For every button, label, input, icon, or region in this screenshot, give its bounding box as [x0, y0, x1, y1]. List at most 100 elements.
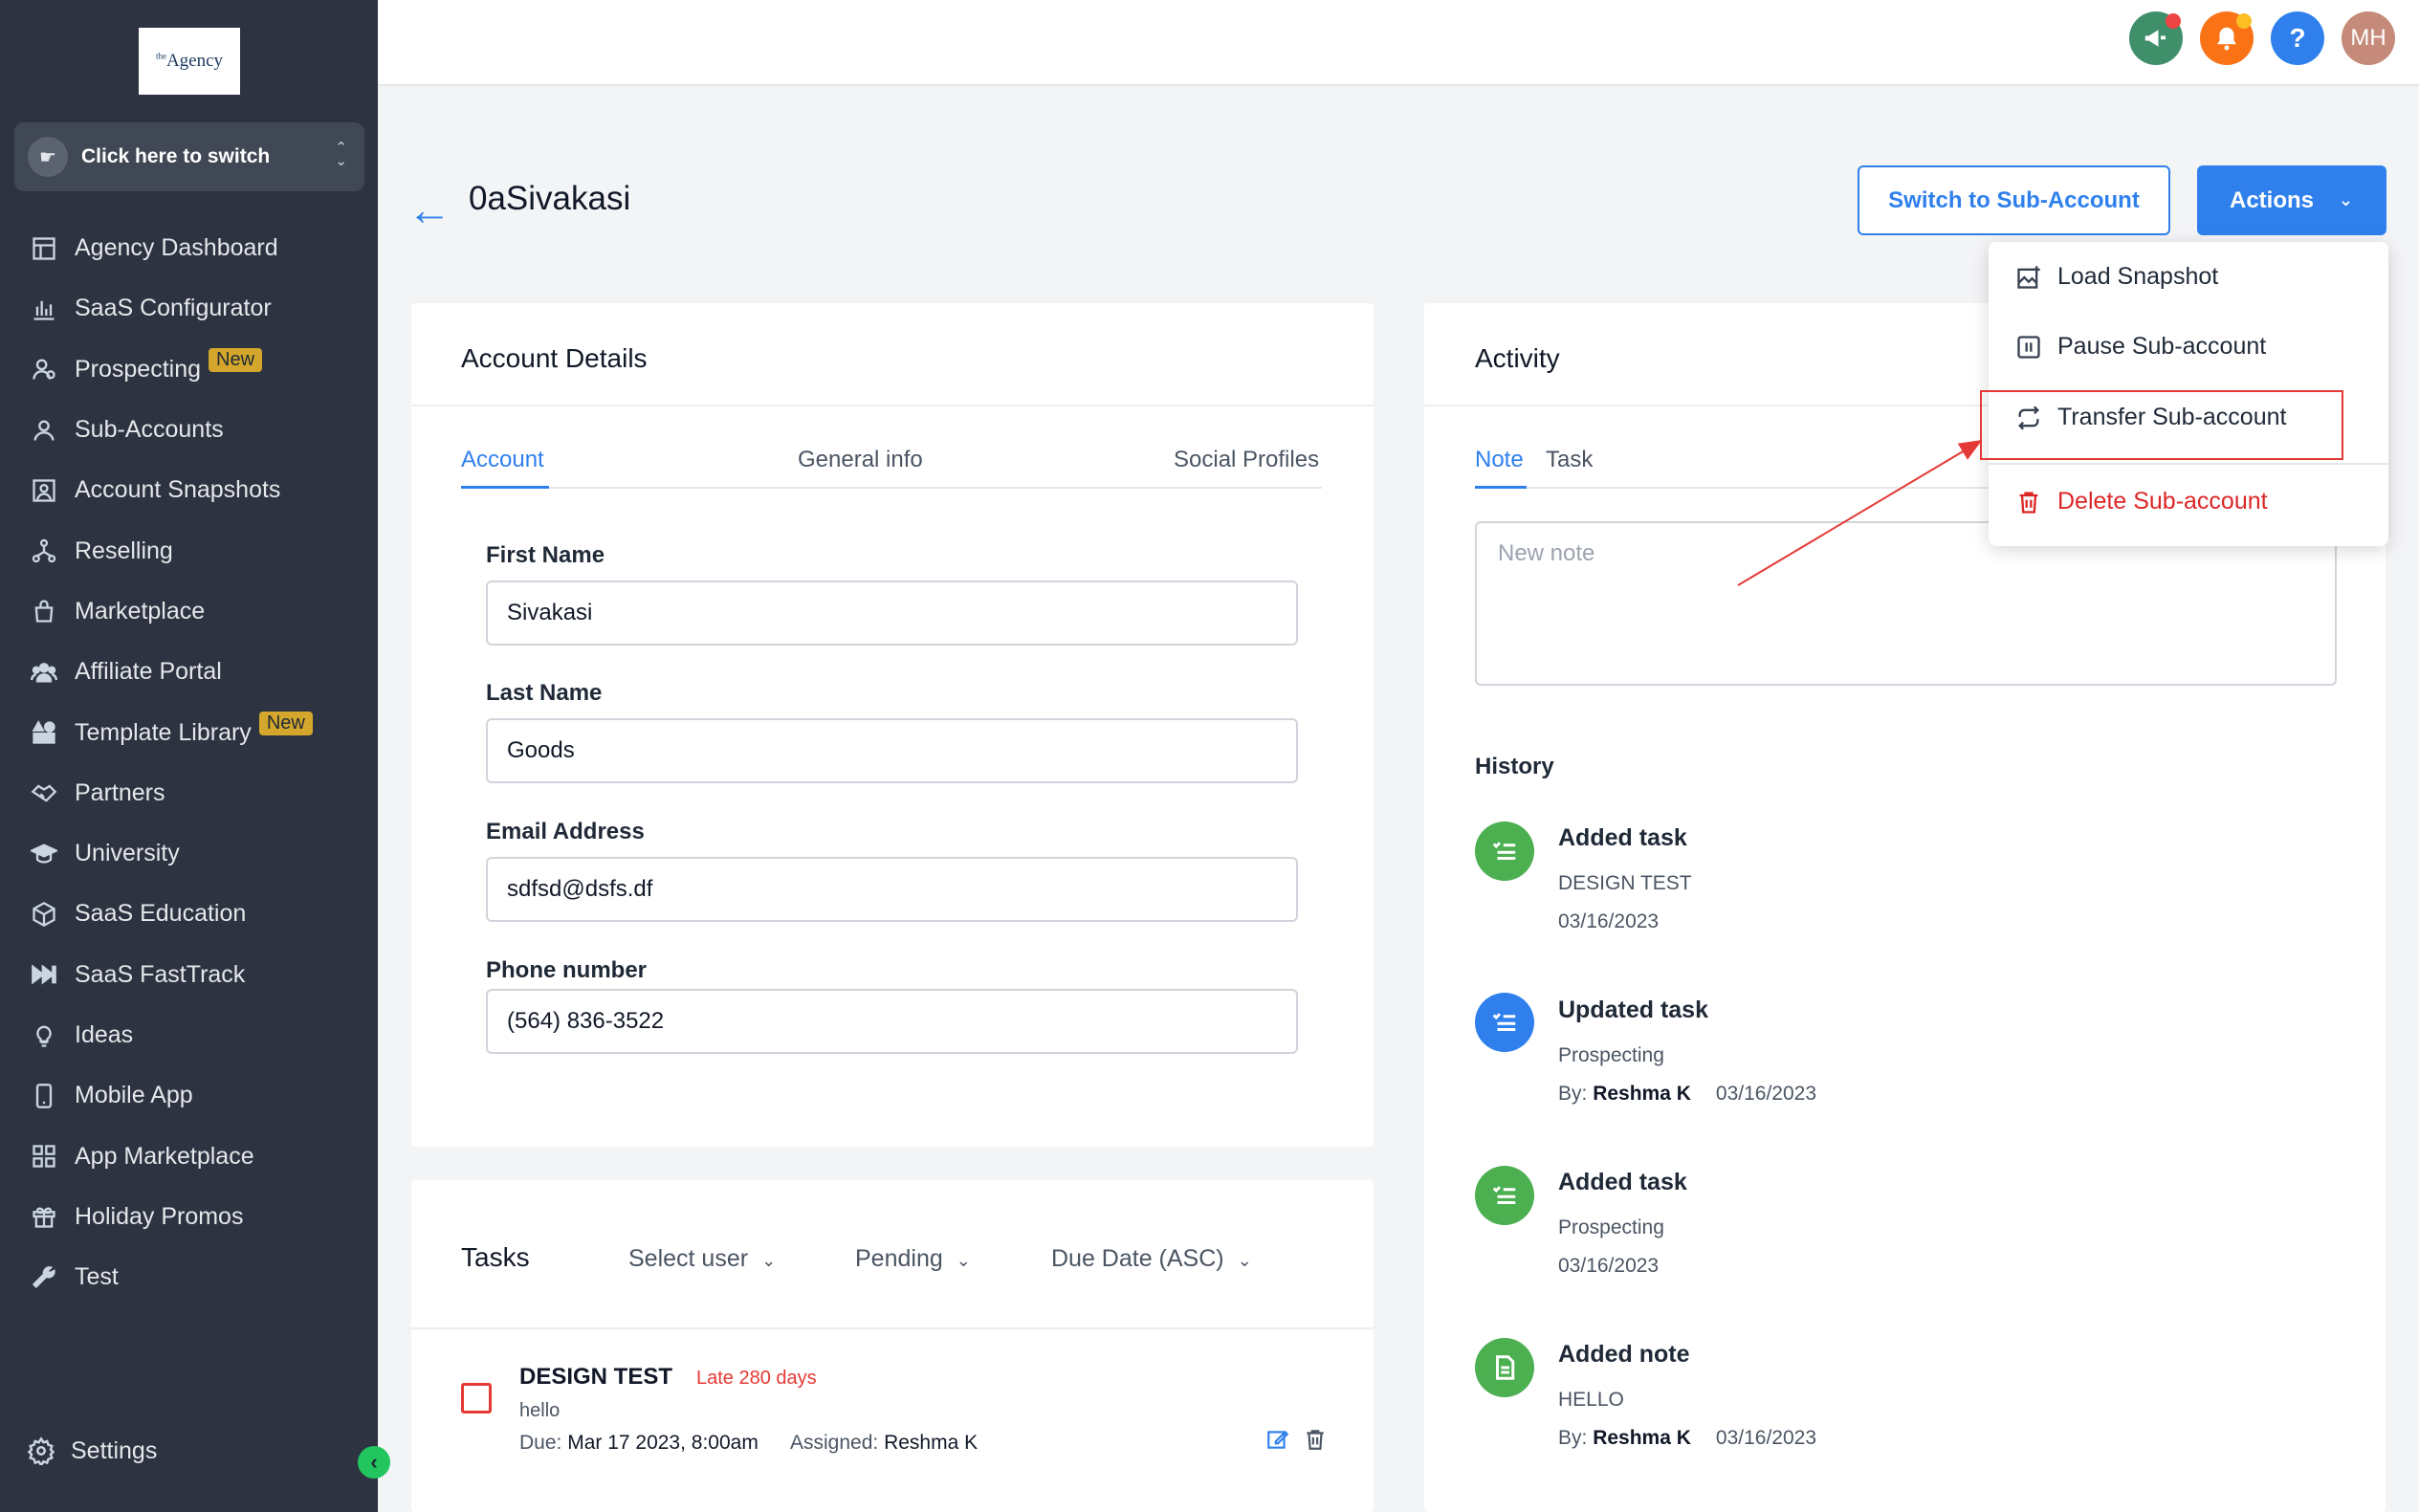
history-item-date: 03/16/2023 — [1558, 1255, 1660, 1277]
tab-active-underline — [461, 486, 549, 489]
sidebar-item-label: Affiliate Portal — [75, 658, 222, 686]
by-label: By: — [1558, 1427, 1588, 1449]
due-label: Due: — [519, 1432, 562, 1454]
sidebar-item-label: Partners — [75, 778, 165, 806]
phone-field[interactable]: (564) 836-3522 — [486, 989, 1298, 1054]
last-name-label: Last Name — [486, 680, 603, 706]
sidebar-item-label: Mobile App — [75, 1082, 193, 1109]
agency-logo[interactable]: theAgency — [139, 28, 240, 95]
history-item-date: 03/16/2023 — [1558, 910, 1660, 932]
new-badge: New — [258, 711, 313, 735]
email-field[interactable]: sdfsd@dsfs.df — [486, 857, 1298, 922]
sidebar-item-test[interactable]: Test — [0, 1247, 378, 1307]
by-user: Reshma K — [1593, 1427, 1691, 1449]
actions-button[interactable]: Actions ⌄ — [2197, 165, 2386, 235]
card-divider — [411, 1327, 1374, 1329]
collapse-sidebar-button[interactable]: ‹ — [358, 1446, 390, 1479]
shapes-icon — [27, 719, 61, 746]
task-list-icon — [1475, 993, 1534, 1052]
sidebar-item-app-marketplace[interactable]: App Marketplace — [0, 1126, 378, 1186]
actions-button-label: Actions — [2230, 186, 2315, 213]
sidebar-item-label: Sub-Accounts — [75, 416, 224, 444]
menu-item-load-snapshot[interactable]: Load Snapshot — [2015, 263, 2218, 291]
task-due: Due: Mar 17 2023, 8:00am — [519, 1432, 759, 1455]
history-item-title: Updated task — [1558, 997, 1708, 1023]
sidebar-item-reselling[interactable]: Reselling — [0, 520, 378, 581]
sidebar-item-saas-configurator[interactable]: SaaS Configurator — [0, 278, 378, 339]
tab-task[interactable]: Task — [1546, 447, 1593, 473]
tab-active-underline — [1475, 486, 1527, 489]
sidebar-item-label: Account Snapshots — [75, 476, 281, 504]
first-name-label: First Name — [486, 542, 605, 568]
history-item-sub: Prospecting — [1558, 1216, 1664, 1238]
sidebar-nav: Agency Dashboard SaaS Configurator Prosp… — [0, 218, 378, 1307]
sidebar-item-prospecting[interactable]: Prospecting New — [0, 340, 378, 400]
trash-icon[interactable] — [1303, 1427, 1328, 1457]
chevron-down-icon: ⌄ — [1237, 1251, 1252, 1270]
history-title: History — [1475, 754, 1554, 779]
sidebar-item-affiliate-portal[interactable]: Affiliate Portal — [0, 642, 378, 702]
history-item-sub: HELLO — [1558, 1389, 1624, 1411]
tab-social-profiles[interactable]: Social Profiles — [1174, 447, 1319, 473]
bar-chart-icon — [27, 296, 61, 322]
page-title: 0aSivakasi — [469, 180, 631, 217]
mobile-icon — [27, 1083, 61, 1109]
tabs-line — [1475, 487, 1991, 489]
sidebar-item-saas-fasttrack[interactable]: SaaS FastTrack — [0, 945, 378, 1005]
settings-label: Settings — [71, 1436, 158, 1464]
back-arrow-icon[interactable]: ← — [407, 184, 451, 235]
sidebar-item-mobile-app[interactable]: Mobile App — [0, 1065, 378, 1126]
sidebar-item-agency-dashboard[interactable]: Agency Dashboard — [0, 218, 378, 278]
sidebar-item-partners[interactable]: Partners — [0, 763, 378, 823]
history-item-meta: By: Reshma K 03/16/2023 — [1558, 1427, 1816, 1450]
account-details-card: Account Details Account General info Soc… — [411, 303, 1374, 1147]
user-icon — [27, 417, 61, 444]
task-assigned: Assigned: Reshma K — [790, 1432, 978, 1455]
topbar: ? MH — [378, 0, 2419, 86]
tab-account[interactable]: Account — [461, 447, 544, 473]
history-item-sub: Prospecting — [1558, 1044, 1664, 1066]
avatar[interactable]: MH — [2342, 11, 2395, 65]
tabs-line — [461, 487, 1322, 489]
first-name-field[interactable]: Sivakasi — [486, 581, 1298, 646]
bell-icon[interactable] — [2200, 11, 2254, 65]
sidebar-item-label: Prospecting — [75, 355, 202, 383]
sidebar-item-account-snapshots[interactable]: Account Snapshots — [0, 460, 378, 520]
logo-sup: the — [155, 51, 166, 61]
activity-title: Activity — [1475, 343, 1560, 373]
sidebar-item-holiday-promos[interactable]: Holiday Promos — [0, 1187, 378, 1247]
history-item-sub: DESIGN TEST — [1558, 872, 1692, 894]
sidebar-item-saas-education[interactable]: SaaS Education — [0, 884, 378, 944]
grid-icon — [27, 1143, 61, 1170]
sidebar-item-ideas[interactable]: Ideas — [0, 1005, 378, 1065]
sidebar-item-template-library[interactable]: Template Library New — [0, 702, 378, 762]
last-name-field[interactable]: Goods — [486, 718, 1298, 783]
menu-item-pause-sub-account[interactable]: Pause Sub-account — [2015, 333, 2266, 361]
sort-dropdown[interactable]: Due Date (ASC) ⌄ — [1051, 1245, 1252, 1273]
menu-item-delete-sub-account[interactable]: Delete Sub-account — [2015, 488, 2268, 515]
menu-divider — [1989, 463, 2388, 465]
sidebar-item-sub-accounts[interactable]: Sub-Accounts — [0, 400, 378, 460]
switch-to-sub-account-button[interactable]: Switch to Sub-Account — [1858, 165, 2170, 235]
account-switcher[interactable]: ☛ Click here to switch ⌃ ⌄ — [14, 122, 364, 191]
edit-icon[interactable] — [1265, 1427, 1290, 1457]
logo-text: Agency — [165, 51, 224, 71]
tab-note[interactable]: Note — [1475, 447, 1524, 473]
by-label: By: — [1558, 1083, 1588, 1105]
menu-item-label: Delete Sub-account — [2057, 488, 2268, 515]
megaphone-icon[interactable] — [2129, 11, 2183, 65]
help-icon[interactable]: ? — [2271, 11, 2324, 65]
sidebar-item-marketplace[interactable]: Marketplace — [0, 581, 378, 642]
task-title[interactable]: DESIGN TEST — [519, 1364, 672, 1391]
sidebar-item-university[interactable]: University — [0, 823, 378, 884]
select-user-dropdown[interactable]: Select user ⌄ — [628, 1245, 776, 1273]
task-checkbox[interactable] — [461, 1383, 492, 1413]
avatar-initials: MH — [2350, 25, 2386, 51]
tab-general-info[interactable]: General info — [798, 447, 923, 473]
status-dropdown[interactable]: Pending ⌄ — [855, 1245, 971, 1273]
sidebar-item-settings[interactable]: Settings — [27, 1436, 157, 1465]
graduation-cap-icon — [27, 841, 61, 867]
dashboard-icon — [27, 235, 61, 262]
chevron-down-icon: ⌄ — [2339, 190, 2354, 209]
assigned-label: Assigned: — [790, 1432, 879, 1454]
